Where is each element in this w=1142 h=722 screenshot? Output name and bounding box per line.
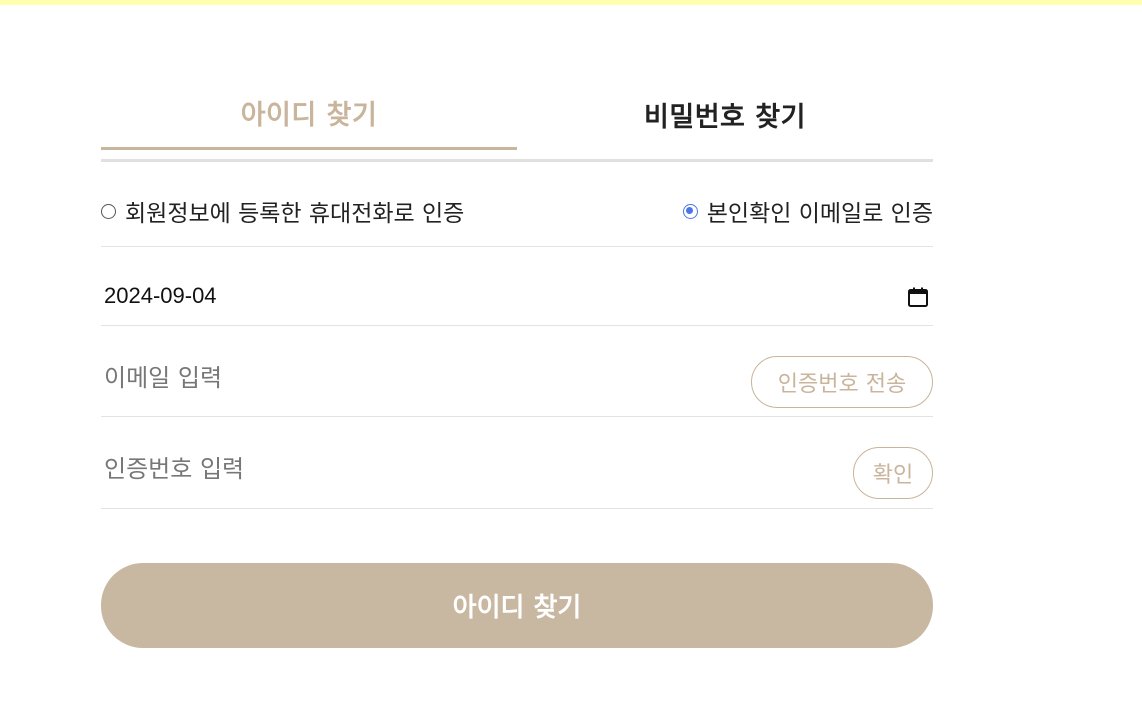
radio-email-label: 본인확인 이메일로 인증 — [706, 201, 933, 227]
top-highlight-bar — [0, 0, 1142, 5]
radio-unchecked-icon[interactable] — [101, 203, 116, 219]
send-code-button[interactable]: 인증번호 전송 — [751, 356, 933, 408]
radio-checked-icon[interactable] — [682, 203, 698, 219]
radio-phone-label: 회원정보에 등록한 휴대전화로 인증 — [125, 201, 465, 227]
confirm-code-button[interactable]: 확인 — [853, 447, 933, 499]
date-value[interactable]: 2024-09-04 — [104, 283, 217, 309]
code-input[interactable] — [104, 455, 704, 483]
radio-phone-auth[interactable]: 회원정보에 등록한 휴대전화로 인증 — [101, 194, 464, 228]
birth-date-field[interactable]: 2024-09-04 — [101, 247, 933, 326]
tab-find-id[interactable]: 아이디 찾기 — [101, 78, 517, 150]
code-row: 확인 — [101, 417, 933, 509]
tab-bar: 아이디 찾기 비밀번호 찾기 — [101, 78, 933, 162]
calendar-icon[interactable] — [907, 286, 929, 308]
auth-method-options: 회원정보에 등록한 휴대전화로 인증 본인확인 이메일로 인증 — [101, 176, 933, 247]
tab-find-password[interactable]: 비밀번호 찾기 — [517, 78, 933, 150]
email-input[interactable] — [104, 364, 704, 392]
radio-email-auth[interactable]: 본인확인 이메일로 인증 — [682, 194, 933, 228]
email-row: 인증번호 전송 — [101, 326, 933, 417]
find-id-submit-button[interactable]: 아이디 찾기 — [101, 563, 933, 648]
